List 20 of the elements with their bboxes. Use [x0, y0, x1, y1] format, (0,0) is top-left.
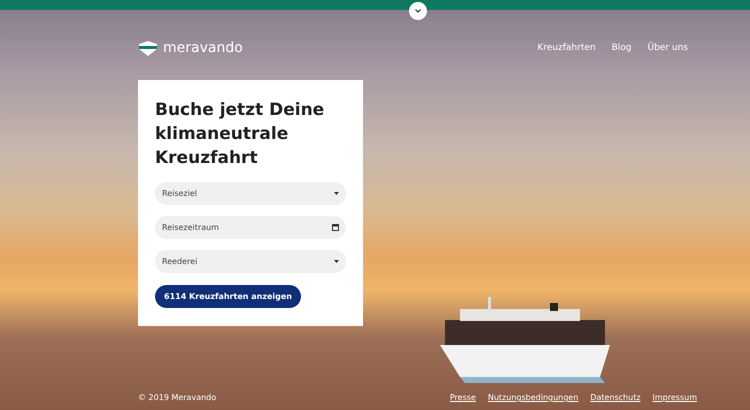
- nav-link[interactable]: Kreuzfahrten: [537, 43, 596, 53]
- search-button[interactable]: 6114 Kreuzfahrten anzeigen: [155, 285, 301, 308]
- logo-text: meravando: [163, 40, 243, 56]
- copyright-text: © 2019 Meravando: [138, 393, 216, 402]
- date-field[interactable]: Reisezeitraum: [155, 216, 346, 239]
- footer-link[interactable]: Impressum: [652, 393, 697, 402]
- nav-link[interactable]: Blog: [612, 43, 632, 53]
- expand-toggle[interactable]: [409, 2, 427, 20]
- footer-link[interactable]: Nutzungsbedingungen: [488, 393, 578, 402]
- caret-icon: [334, 192, 339, 195]
- footer-link[interactable]: Presse: [450, 393, 476, 402]
- card-title: Buche jetzt Deine klimaneutrale Kreuzfahrt: [155, 99, 326, 170]
- footer-link[interactable]: Datenschutz: [590, 393, 641, 402]
- nav-link[interactable]: Über uns: [648, 43, 688, 53]
- select-field[interactable]: Reederei: [155, 250, 346, 273]
- select-field[interactable]: Reiseziel: [155, 182, 346, 205]
- logo-icon: [138, 40, 158, 56]
- calendar-icon: [332, 224, 339, 231]
- caret-icon: [334, 260, 339, 263]
- chevron-down-icon: [415, 9, 421, 13]
